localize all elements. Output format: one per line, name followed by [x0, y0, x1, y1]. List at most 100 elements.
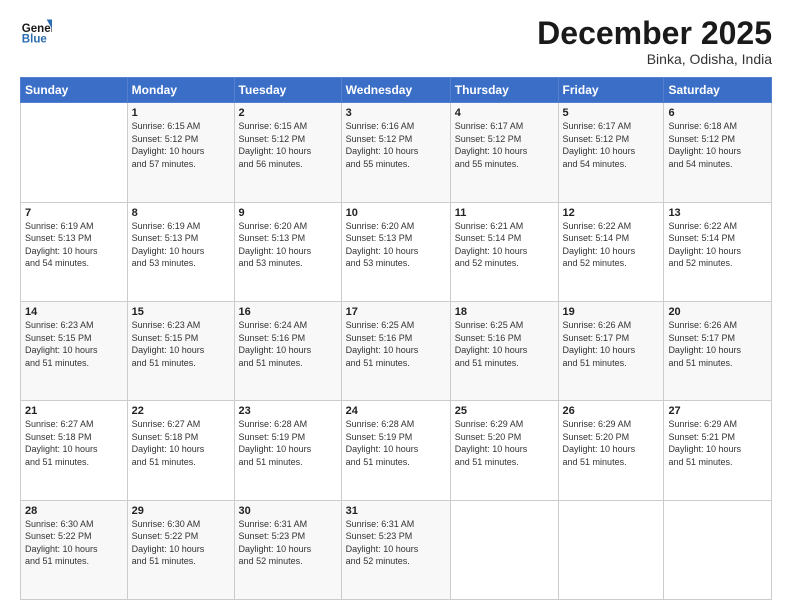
calendar-cell: 6Sunrise: 6:18 AM Sunset: 5:12 PM Daylig… [664, 103, 772, 202]
day-number: 10 [346, 207, 446, 219]
day-info: Sunrise: 6:19 AM Sunset: 5:13 PM Dayligh… [25, 220, 123, 270]
calendar-cell: 13Sunrise: 6:22 AM Sunset: 5:14 PM Dayli… [664, 202, 772, 301]
calendar-week-row: 7Sunrise: 6:19 AM Sunset: 5:13 PM Daylig… [21, 202, 772, 301]
calendar-cell: 31Sunrise: 6:31 AM Sunset: 5:23 PM Dayli… [341, 500, 450, 599]
calendar-cell: 27Sunrise: 6:29 AM Sunset: 5:21 PM Dayli… [664, 401, 772, 500]
day-number: 16 [239, 306, 337, 318]
day-number: 25 [455, 405, 554, 417]
day-info: Sunrise: 6:19 AM Sunset: 5:13 PM Dayligh… [132, 220, 230, 270]
day-number: 22 [132, 405, 230, 417]
day-number: 8 [132, 207, 230, 219]
calendar-cell [21, 103, 128, 202]
calendar-week-row: 14 Sunrise: 6:23 AM Sunset: 5:15 PM Dayli… [21, 301, 772, 400]
day-number: 23 [239, 405, 337, 417]
calendar-cell: 11Sunrise: 6:21 AM Sunset: 5:14 PM Dayli… [450, 202, 558, 301]
day-number: 4 [455, 107, 554, 119]
column-header-friday: Friday [558, 78, 664, 103]
day-info: Sunrise: 6:29 AM Sunset: 5:20 PM Dayligh… [563, 418, 660, 468]
day-info: Sunrise: 6:27 AM Sunset: 5:18 PM Dayligh… [132, 418, 230, 468]
calendar-cell: 12Sunrise: 6:22 AM Sunset: 5:14 PM Dayli… [558, 202, 664, 301]
calendar-cell: 4Sunrise: 6:17 AM Sunset: 5:12 PM Daylig… [450, 103, 558, 202]
day-number: 19 [563, 306, 660, 318]
day-info: Sunrise: 6:17 AM Sunset: 5:12 PM Dayligh… [455, 120, 554, 170]
day-info: Sunrise: 6:15 AM Sunset: 5:12 PM Dayligh… [132, 120, 230, 170]
day-info: Sunrise: 6:25 AM Sunset: 5:16 PM Dayligh… [346, 319, 446, 369]
day-number: 20 [668, 306, 767, 318]
calendar-week-row: 28Sunrise: 6:30 AM Sunset: 5:22 PM Dayli… [21, 500, 772, 599]
day-number: 14 [25, 306, 123, 318]
day-info: Sunrise: 6:30 AM Sunset: 5:22 PM Dayligh… [132, 518, 230, 568]
day-number: 1 [132, 107, 230, 119]
calendar-cell: 19Sunrise: 6:26 AM Sunset: 5:17 PM Dayli… [558, 301, 664, 400]
day-number: 6 [668, 107, 767, 119]
day-number: 5 [563, 107, 660, 119]
calendar-cell: 10Sunrise: 6:20 AM Sunset: 5:13 PM Dayli… [341, 202, 450, 301]
calendar-cell: 25Sunrise: 6:29 AM Sunset: 5:20 PM Dayli… [450, 401, 558, 500]
svg-text:Blue: Blue [22, 34, 48, 46]
logo: General Blue [20, 16, 52, 48]
calendar-page: General Blue December 2025 Binka, Odisha… [0, 0, 792, 612]
calendar-cell: 16Sunrise: 6:24 AM Sunset: 5:16 PM Dayli… [234, 301, 341, 400]
day-number: 3 [346, 107, 446, 119]
calendar-cell: 8Sunrise: 6:19 AM Sunset: 5:13 PM Daylig… [127, 202, 234, 301]
day-number: 17 [346, 306, 446, 318]
calendar-cell: 18Sunrise: 6:25 AM Sunset: 5:16 PM Dayli… [450, 301, 558, 400]
calendar-cell: 30Sunrise: 6:31 AM Sunset: 5:23 PM Dayli… [234, 500, 341, 599]
calendar-cell: 28Sunrise: 6:30 AM Sunset: 5:22 PM Dayli… [21, 500, 128, 599]
calendar-cell: 3Sunrise: 6:16 AM Sunset: 5:12 PM Daylig… [341, 103, 450, 202]
day-info: Sunrise: 6:25 AM Sunset: 5:16 PM Dayligh… [455, 319, 554, 369]
day-info: Sunrise: 6:17 AM Sunset: 5:12 PM Dayligh… [563, 120, 660, 170]
day-info: Sunrise: 6:29 AM Sunset: 5:20 PM Dayligh… [455, 418, 554, 468]
calendar-cell: 21Sunrise: 6:27 AM Sunset: 5:18 PM Dayli… [21, 401, 128, 500]
calendar-cell: 22Sunrise: 6:27 AM Sunset: 5:18 PM Dayli… [127, 401, 234, 500]
title-block: December 2025 Binka, Odisha, India [537, 16, 772, 67]
day-info: Sunrise: 6:28 AM Sunset: 5:19 PM Dayligh… [346, 418, 446, 468]
day-info: Sunrise: 6:26 AM Sunset: 5:17 PM Dayligh… [563, 319, 660, 369]
location-subtitle: Binka, Odisha, India [537, 51, 772, 67]
day-info: Sunrise: 6:22 AM Sunset: 5:14 PM Dayligh… [563, 220, 660, 270]
calendar-week-row: 21Sunrise: 6:27 AM Sunset: 5:18 PM Dayli… [21, 401, 772, 500]
day-number: 31 [346, 505, 446, 517]
column-header-wednesday: Wednesday [341, 78, 450, 103]
column-header-monday: Monday [127, 78, 234, 103]
day-info: Sunrise: 6:26 AM Sunset: 5:17 PM Dayligh… [668, 319, 767, 369]
day-info: Sunrise: 6:20 AM Sunset: 5:13 PM Dayligh… [239, 220, 337, 270]
calendar-cell: 14Sunrise: 6:23 AM Sunset: 5:15 PM Dayli… [21, 301, 128, 400]
day-number: 29 [132, 505, 230, 517]
calendar-cell [450, 500, 558, 599]
column-header-saturday: Saturday [664, 78, 772, 103]
day-number: 27 [668, 405, 767, 417]
calendar-cell: 9Sunrise: 6:20 AM Sunset: 5:13 PM Daylig… [234, 202, 341, 301]
day-info: Sunrise: 6:28 AM Sunset: 5:19 PM Dayligh… [239, 418, 337, 468]
day-number: 12 [563, 207, 660, 219]
calendar-cell: 15Sunrise: 6:23 AM Sunset: 5:15 PM Dayli… [127, 301, 234, 400]
day-info: Sunrise: 6:31 AM Sunset: 5:23 PM Dayligh… [346, 518, 446, 568]
calendar-cell: 23Sunrise: 6:28 AM Sunset: 5:19 PM Dayli… [234, 401, 341, 500]
day-number: 28 [25, 505, 123, 517]
day-number: 9 [239, 207, 337, 219]
calendar-cell: 29Sunrise: 6:30 AM Sunset: 5:22 PM Dayli… [127, 500, 234, 599]
calendar-cell: 5Sunrise: 6:17 AM Sunset: 5:12 PM Daylig… [558, 103, 664, 202]
calendar-cell: 17Sunrise: 6:25 AM Sunset: 5:16 PM Dayli… [341, 301, 450, 400]
day-number: 7 [25, 207, 123, 219]
day-info: Sunrise: 6:29 AM Sunset: 5:21 PM Dayligh… [668, 418, 767, 468]
calendar-cell: 2Sunrise: 6:15 AM Sunset: 5:12 PM Daylig… [234, 103, 341, 202]
day-info: Sunrise: 6:16 AM Sunset: 5:12 PM Dayligh… [346, 120, 446, 170]
day-info: Sunrise: 6:23 AM Sunset: 5:15 PM Dayligh… [132, 319, 230, 369]
logo-icon: General Blue [20, 16, 52, 48]
column-header-tuesday: Tuesday [234, 78, 341, 103]
calendar-cell [664, 500, 772, 599]
day-info: Sunrise: 6:31 AM Sunset: 5:23 PM Dayligh… [239, 518, 337, 568]
calendar-cell: 7Sunrise: 6:19 AM Sunset: 5:13 PM Daylig… [21, 202, 128, 301]
day-number: 30 [239, 505, 337, 517]
day-info: Sunrise: 6:30 AM Sunset: 5:22 PM Dayligh… [25, 518, 123, 568]
day-number: 11 [455, 207, 554, 219]
calendar-cell: 24Sunrise: 6:28 AM Sunset: 5:19 PM Dayli… [341, 401, 450, 500]
column-header-thursday: Thursday [450, 78, 558, 103]
calendar-table: SundayMondayTuesdayWednesdayThursdayFrid… [20, 77, 772, 600]
day-info: Sunrise: 6:15 AM Sunset: 5:12 PM Dayligh… [239, 120, 337, 170]
day-info: Sunrise: 6:21 AM Sunset: 5:14 PM Dayligh… [455, 220, 554, 270]
column-header-sunday: Sunday [21, 78, 128, 103]
day-info: Sunrise: 6:27 AM Sunset: 5:18 PM Dayligh… [25, 418, 123, 468]
day-number: 21 [25, 405, 123, 417]
